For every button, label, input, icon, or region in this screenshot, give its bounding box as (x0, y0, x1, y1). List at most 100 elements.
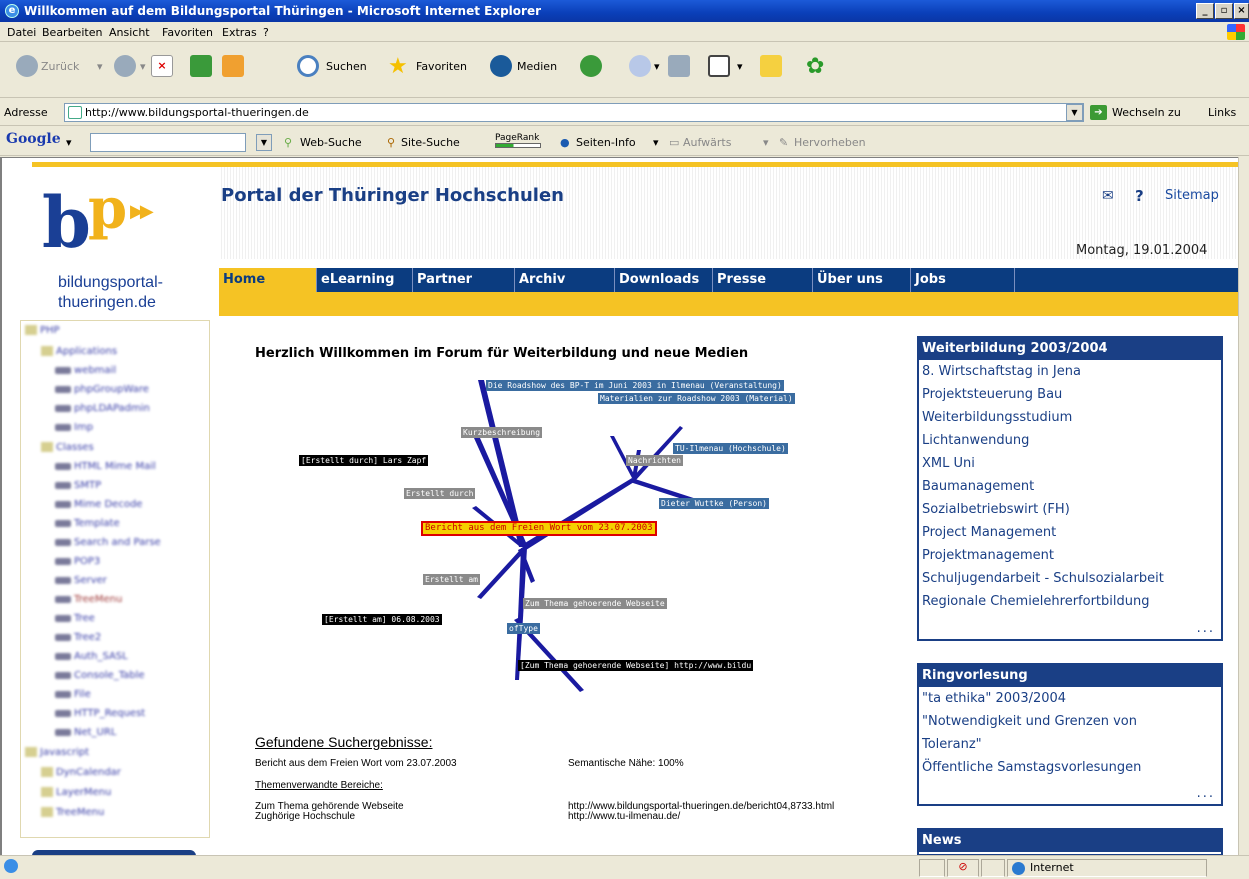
weiterbildung-link[interactable]: Projektmanagement (919, 544, 1221, 567)
weiterbildung-link[interactable]: XML Uni (919, 452, 1221, 475)
graph-node-tu-ilmenau[interactable]: TU-Ilmenau (Hochschule) (673, 443, 788, 454)
address-dropdown-icon[interactable]: ▼ (1066, 104, 1083, 121)
highlight-button[interactable]: Hervorheben (794, 134, 866, 151)
site-logo[interactable]: b p ▶▶ bildungsportal- thueringen.de (32, 173, 212, 318)
weiterbildung-more-link[interactable]: ... (1197, 621, 1215, 636)
back-button[interactable]: Zurück (41, 54, 79, 80)
tree-node[interactable]: Applications (41, 346, 117, 359)
close-button[interactable]: × (1234, 3, 1249, 19)
tree-node[interactable]: Classes (41, 442, 94, 455)
tree-node[interactable]: Console_Table (55, 670, 145, 683)
weiterbildung-link[interactable]: Schuljugendarbeit - Schulsozialarbeit (919, 567, 1221, 590)
graph-node-nachrichten[interactable]: Nachrichten (626, 455, 683, 466)
sitemap-link[interactable]: Sitemap (1165, 188, 1219, 203)
mail-icon[interactable]: ✉ (1102, 188, 1114, 204)
weiterbildung-link[interactable]: Projektsteuerung Bau (919, 383, 1221, 406)
ringvorlesung-link[interactable]: "Notwendigkeit und Grenzen von (919, 710, 1221, 733)
menu-bearbeiten[interactable]: Bearbeiten (42, 26, 102, 39)
up-dropdown-icon[interactable]: ▾ (763, 134, 769, 151)
graph-node-selected-bericht[interactable]: Bericht aus dem Freien Wort vom 23.07.20… (421, 521, 657, 536)
messenger-icon[interactable]: ✿ (806, 54, 824, 80)
graph-node-roadshow[interactable]: Die Roadshow des BP-T im Juni 2003 in Il… (486, 380, 784, 391)
tree-node[interactable]: PHP (25, 325, 60, 338)
stop-icon[interactable]: × (151, 55, 173, 77)
nav-archiv[interactable]: Archiv (515, 268, 615, 292)
refresh-icon[interactable] (190, 55, 212, 77)
weiterbildung-link[interactable]: Project Management (919, 521, 1221, 544)
tree-node[interactable]: Mime Decode (55, 499, 142, 512)
help-icon[interactable]: ? (1135, 187, 1144, 205)
media-icon[interactable] (490, 55, 512, 77)
notes-icon[interactable] (760, 55, 782, 77)
menu-help[interactable]: ? (263, 26, 269, 39)
favorites-icon[interactable]: ★ (388, 54, 408, 80)
nav-home[interactable]: Home (219, 268, 317, 292)
address-input[interactable]: http://www.bildungsportal-thueringen.de (64, 103, 1084, 122)
edit-dropdown-icon[interactable]: ▾ (737, 54, 743, 80)
related-link[interactable]: http://www.tu-ilmenau.de/ (568, 811, 680, 822)
tree-node[interactable]: Javascript (25, 747, 89, 760)
menu-extras[interactable]: Extras (222, 26, 257, 39)
nav-elearning[interactable]: eLearning (317, 268, 413, 292)
tree-node[interactable]: Auth_SASL (55, 651, 128, 664)
web-search-button[interactable]: Web-Suche (300, 134, 362, 151)
weiterbildung-link[interactable]: Baumanagement (919, 475, 1221, 498)
weiterbildung-link[interactable]: Weiterbildungsstudium (919, 406, 1221, 429)
graph-node-thema-value[interactable]: [Zum Thema gehoerende Webseite] http://w… (518, 660, 754, 671)
google-logo[interactable]: Google (6, 131, 61, 147)
tree-node[interactable]: TreeMenu (55, 594, 122, 607)
tree-node[interactable]: phpGroupWare (55, 384, 149, 397)
print-icon[interactable] (668, 55, 690, 77)
google-search-input[interactable] (90, 133, 246, 152)
search-button[interactable]: Suchen (326, 54, 367, 80)
tree-node[interactable]: Tree2 (55, 632, 101, 645)
graph-node-erstellt-am[interactable]: Erstellt am (423, 574, 480, 585)
weiterbildung-link[interactable]: 8. Wirtschaftstag in Jena (919, 360, 1221, 383)
page-info-button[interactable]: Seiten-Info (576, 134, 636, 151)
popup-blocker-icon[interactable]: ⊘ (947, 859, 979, 877)
back-icon[interactable] (16, 55, 38, 77)
favorites-button[interactable]: Favoriten (416, 54, 467, 80)
search-icon[interactable] (297, 55, 319, 77)
weiterbildung-link[interactable]: Sozialbetriebswirt (FH) (919, 498, 1221, 521)
result-item[interactable]: Bericht aus dem Freien Wort vom 23.07.20… (255, 758, 457, 769)
nav-ueber-uns[interactable]: Über uns (813, 268, 911, 292)
tree-node[interactable]: Search and Parse (55, 537, 161, 550)
tree-node[interactable]: HTTP_Request (55, 708, 145, 721)
back-dropdown-icon[interactable]: ▾ (97, 54, 103, 80)
google-menu-icon[interactable]: ▾ (66, 134, 72, 151)
tree-node[interactable]: LayerMenu (41, 787, 111, 800)
page-info-dropdown-icon[interactable]: ▾ (653, 134, 659, 151)
graph-node-materialien[interactable]: Materialien zur Roadshow 2003 (Material) (598, 393, 795, 404)
tree-node[interactable]: HTML Mime Mail (55, 461, 156, 474)
tree-node[interactable]: Imp (55, 422, 93, 435)
links-button[interactable]: Links (1208, 104, 1236, 121)
nav-presse[interactable]: Presse (713, 268, 813, 292)
minimize-button[interactable]: _ (1196, 3, 1214, 19)
tree-node[interactable]: File (55, 689, 91, 702)
tree-node[interactable]: Tree (55, 613, 95, 626)
graph-node-erstellt-durch-value[interactable]: [Erstellt durch] Lars Zapf (299, 455, 429, 466)
tree-node[interactable]: Net_URL (55, 727, 116, 740)
ringvorlesung-more-link[interactable]: ... (1197, 786, 1215, 801)
forward-icon[interactable] (114, 55, 136, 77)
google-search-dropdown-icon[interactable]: ▼ (256, 134, 272, 151)
mail-dropdown-icon[interactable]: ▾ (654, 54, 660, 80)
graph-node-oftype[interactable]: ofType (507, 623, 540, 634)
up-button[interactable]: Aufwärts (683, 134, 731, 151)
ringvorlesung-link[interactable]: Toleranz" (919, 733, 1221, 756)
menu-favoriten[interactable]: Favoriten (162, 26, 213, 39)
ringvorlesung-link[interactable]: Öffentliche Samstagsvorlesungen (919, 756, 1221, 779)
edit-icon[interactable] (708, 55, 730, 77)
tree-node[interactable]: Server (55, 575, 107, 588)
history-icon[interactable] (580, 55, 602, 77)
graph-node-thema[interactable]: Zum Thema gehoerende Webseite (523, 598, 667, 609)
graph-node-wuttke[interactable]: Dieter Wuttke (Person) (659, 498, 769, 509)
weiterbildung-link[interactable]: Regionale Chemielehrerfortbildung (919, 590, 1221, 613)
home-icon[interactable] (222, 55, 244, 77)
nav-jobs[interactable]: Jobs (911, 268, 1015, 292)
nav-downloads[interactable]: Downloads (615, 268, 713, 292)
forward-dropdown-icon[interactable]: ▾ (140, 54, 146, 80)
vertical-scrollbar[interactable] (1238, 157, 1249, 855)
site-search-button[interactable]: Site-Suche (401, 134, 460, 151)
